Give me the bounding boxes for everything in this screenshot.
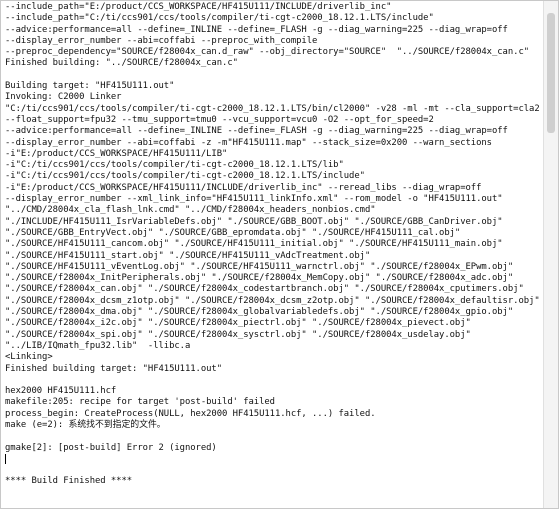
console-line: --display_error_number --abi=coffabi --p… bbox=[5, 35, 318, 46]
console-line: -i"C:/ti/ccs901/ccs/tools/compiler/ti-cg… bbox=[5, 171, 365, 182]
console-line: -i"C:/ti/ccs901/ccs/tools/compiler/ti-cg… bbox=[5, 160, 344, 171]
console-line: "./SOURCE/f28004x_can.obj" "./SOURCE/f28… bbox=[5, 284, 524, 295]
console-line: "./INCLUDE/HF415U111_IsrVariableDefs.obj… bbox=[5, 216, 503, 227]
console-line: make (e=2): 系统找不到指定的文件。 bbox=[5, 419, 166, 430]
build-console[interactable]: --include_path="E:/product/CCS_WORKSPACE… bbox=[0, 0, 559, 509]
console-line: -i"E:/product/CCS_WORKSPACE/HF415U111/IN… bbox=[5, 182, 482, 193]
scrollbar-thumb[interactable] bbox=[547, 13, 555, 133]
console-line: "./SOURCE/HF415U111_vEventLog.obj" "./SO… bbox=[5, 261, 514, 272]
console-line: process_begin: CreateProcess(NULL, hex20… bbox=[5, 408, 376, 419]
console-line: --float_support=fpu32 --tmu_support=tmu0… bbox=[5, 114, 434, 125]
console-line: "../LIB/IQmath_fpu32.lib" -llibc.a bbox=[5, 340, 191, 351]
console-output: --include_path="E:/product/CCS_WORKSPACE… bbox=[5, 2, 542, 508]
console-line: "../CMD/28004x_cla_flash_lnk.cmd" "../CM… bbox=[5, 205, 376, 216]
console-line: "./SOURCE/f28004x_dma.obj" "./SOURCE/f28… bbox=[5, 307, 514, 318]
console-line: "./SOURCE/HF415U111_cancom.obj" "./SOURC… bbox=[5, 239, 503, 250]
console-line: Finished building: "../SOURCE/f28004x_ca… bbox=[5, 58, 238, 69]
console-line: Finished building target: "HF415U111.out… bbox=[5, 363, 223, 374]
console-line: <Linking> bbox=[5, 352, 53, 363]
console-line: --display_error_number --xml_link_info="… bbox=[5, 194, 503, 205]
console-line: --advice:performance=all --define=_INLIN… bbox=[5, 24, 508, 35]
console-line: Building target: "HF415U111.out" bbox=[5, 81, 175, 92]
console-line: "C:/ti/ccs901/ccs/tools/compiler/ti-cgt-… bbox=[5, 103, 540, 114]
console-line: makefile:205: recipe for target 'post-bu… bbox=[5, 397, 275, 408]
console-line: --display_error_number --abi=coffabi -z … bbox=[5, 137, 492, 148]
console-line: --include_path="E:/product/CCS_WORKSPACE… bbox=[5, 2, 392, 12]
console-line: --preproc_dependency="SOURCE/f28004x_can… bbox=[5, 47, 530, 58]
console-line: -i"E:/product/CCS_WORKSPACE/HF415U111/LI… bbox=[5, 148, 228, 159]
console-line: "./SOURCE/f28004x_i2c.obj" "./SOURCE/f28… bbox=[5, 318, 471, 329]
console-line: "./SOURCE/GBB_EntryVect.obj" "./SOURCE/G… bbox=[5, 227, 461, 238]
console-line: "./SOURCE/f28004x_spi.obj" "./SOURCE/f28… bbox=[5, 329, 471, 340]
console-line: --include_path="C:/ti/ccs901/ccs/tools/c… bbox=[5, 13, 434, 24]
console-line: "./SOURCE/f28004x_InitPeripherals.obj" "… bbox=[5, 273, 514, 284]
console-line: Invoking: C2000 Linker bbox=[5, 92, 122, 103]
console-line: "./SOURCE/f28004x_dcsm_z1otp.obj" "./SOU… bbox=[5, 295, 540, 306]
console-line bbox=[5, 453, 542, 465]
text-cursor bbox=[5, 453, 6, 464]
console-line: "./SOURCE/HF415U111_start.obj" "./SOURCE… bbox=[5, 250, 371, 261]
console-line: --advice:performance=all --define=_INLIN… bbox=[5, 126, 508, 137]
console-line: **** Build Finished **** bbox=[5, 476, 133, 487]
vertical-scrollbar[interactable] bbox=[543, 1, 558, 508]
console-line: gmake[2]: [post-build] Error 2 (ignored) bbox=[5, 442, 217, 453]
console-line: hex2000 HF415U111.hcf bbox=[5, 386, 117, 397]
